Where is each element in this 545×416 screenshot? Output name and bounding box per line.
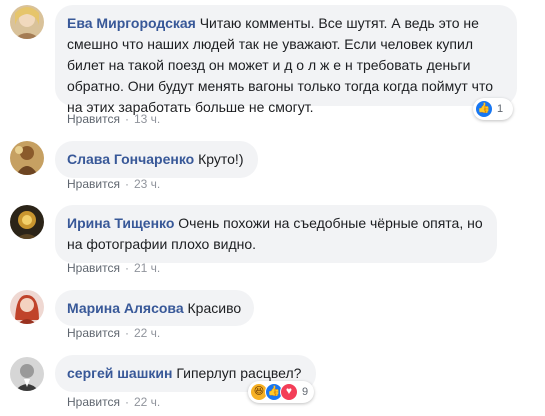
comment-text: Круто!)	[198, 151, 244, 167]
comment-meta: Нравится · 22 ч.	[67, 325, 160, 341]
comment-meta: Нравится · 23 ч.	[67, 176, 160, 192]
comment-timestamp[interactable]: 22 ч.	[134, 326, 160, 340]
avatar-photo-icon	[10, 290, 44, 324]
comment-text: Красиво	[187, 300, 242, 316]
comment-author[interactable]: Ирина Тищенко	[67, 215, 174, 231]
meta-separator: ·	[124, 326, 129, 340]
avatar[interactable]	[10, 290, 44, 324]
comment-text: Гиперлуп расцвел?	[176, 365, 302, 381]
comment-bubble: Ева Миргородская Читаю комменты. Все шут…	[55, 5, 517, 115]
reaction-summary[interactable]: 😆 👍 ♥ 9	[248, 381, 314, 403]
comment-author[interactable]: Ева Миргородская	[67, 15, 196, 31]
comment-timestamp[interactable]: 23 ч.	[134, 177, 160, 191]
reaction-count: 1	[497, 103, 504, 115]
comment-bubble: Марина Алясова Красиво	[55, 290, 254, 326]
reaction-count: 9	[302, 386, 309, 398]
avatar-photo-icon	[10, 205, 44, 239]
like-button[interactable]: Нравится	[67, 112, 120, 126]
meta-separator: ·	[124, 261, 129, 275]
avatar-photo-icon	[10, 357, 44, 391]
like-button[interactable]: Нравится	[67, 177, 120, 191]
avatar-photo-icon	[10, 5, 44, 39]
comment-author[interactable]: Слава Гончаренко	[67, 151, 194, 167]
comment-meta: Нравится · 13 ч.	[67, 111, 160, 127]
love-icon: ♥	[280, 383, 298, 401]
like-icon: 👍	[475, 100, 493, 118]
comment-bubble: Ирина Тищенко Очень похожи на съедобные …	[55, 205, 497, 263]
like-button[interactable]: Нравится	[67, 395, 120, 409]
comment-meta: Нравится · 21 ч.	[67, 260, 160, 276]
comment-timestamp[interactable]: 13 ч.	[134, 112, 160, 126]
comment-bubble: Слава Гончаренко Круто!)	[55, 141, 258, 178]
avatar[interactable]	[10, 357, 44, 391]
meta-separator: ·	[124, 112, 129, 126]
avatar[interactable]	[10, 5, 44, 39]
reaction-summary[interactable]: 👍 1	[473, 98, 513, 120]
like-button[interactable]: Нравится	[67, 326, 120, 340]
comment-timestamp[interactable]: 22 ч.	[134, 395, 160, 409]
like-button[interactable]: Нравится	[67, 261, 120, 275]
avatar-photo-icon	[10, 141, 44, 175]
meta-separator: ·	[124, 395, 129, 409]
avatar[interactable]	[10, 141, 44, 175]
comment-meta: Нравится · 22 ч.	[67, 394, 160, 410]
comment-author[interactable]: Марина Алясова	[67, 300, 184, 316]
meta-separator: ·	[124, 177, 129, 191]
comment-author[interactable]: сергей шашкин	[67, 365, 172, 381]
avatar[interactable]	[10, 205, 44, 239]
comment-timestamp[interactable]: 21 ч.	[134, 261, 160, 275]
